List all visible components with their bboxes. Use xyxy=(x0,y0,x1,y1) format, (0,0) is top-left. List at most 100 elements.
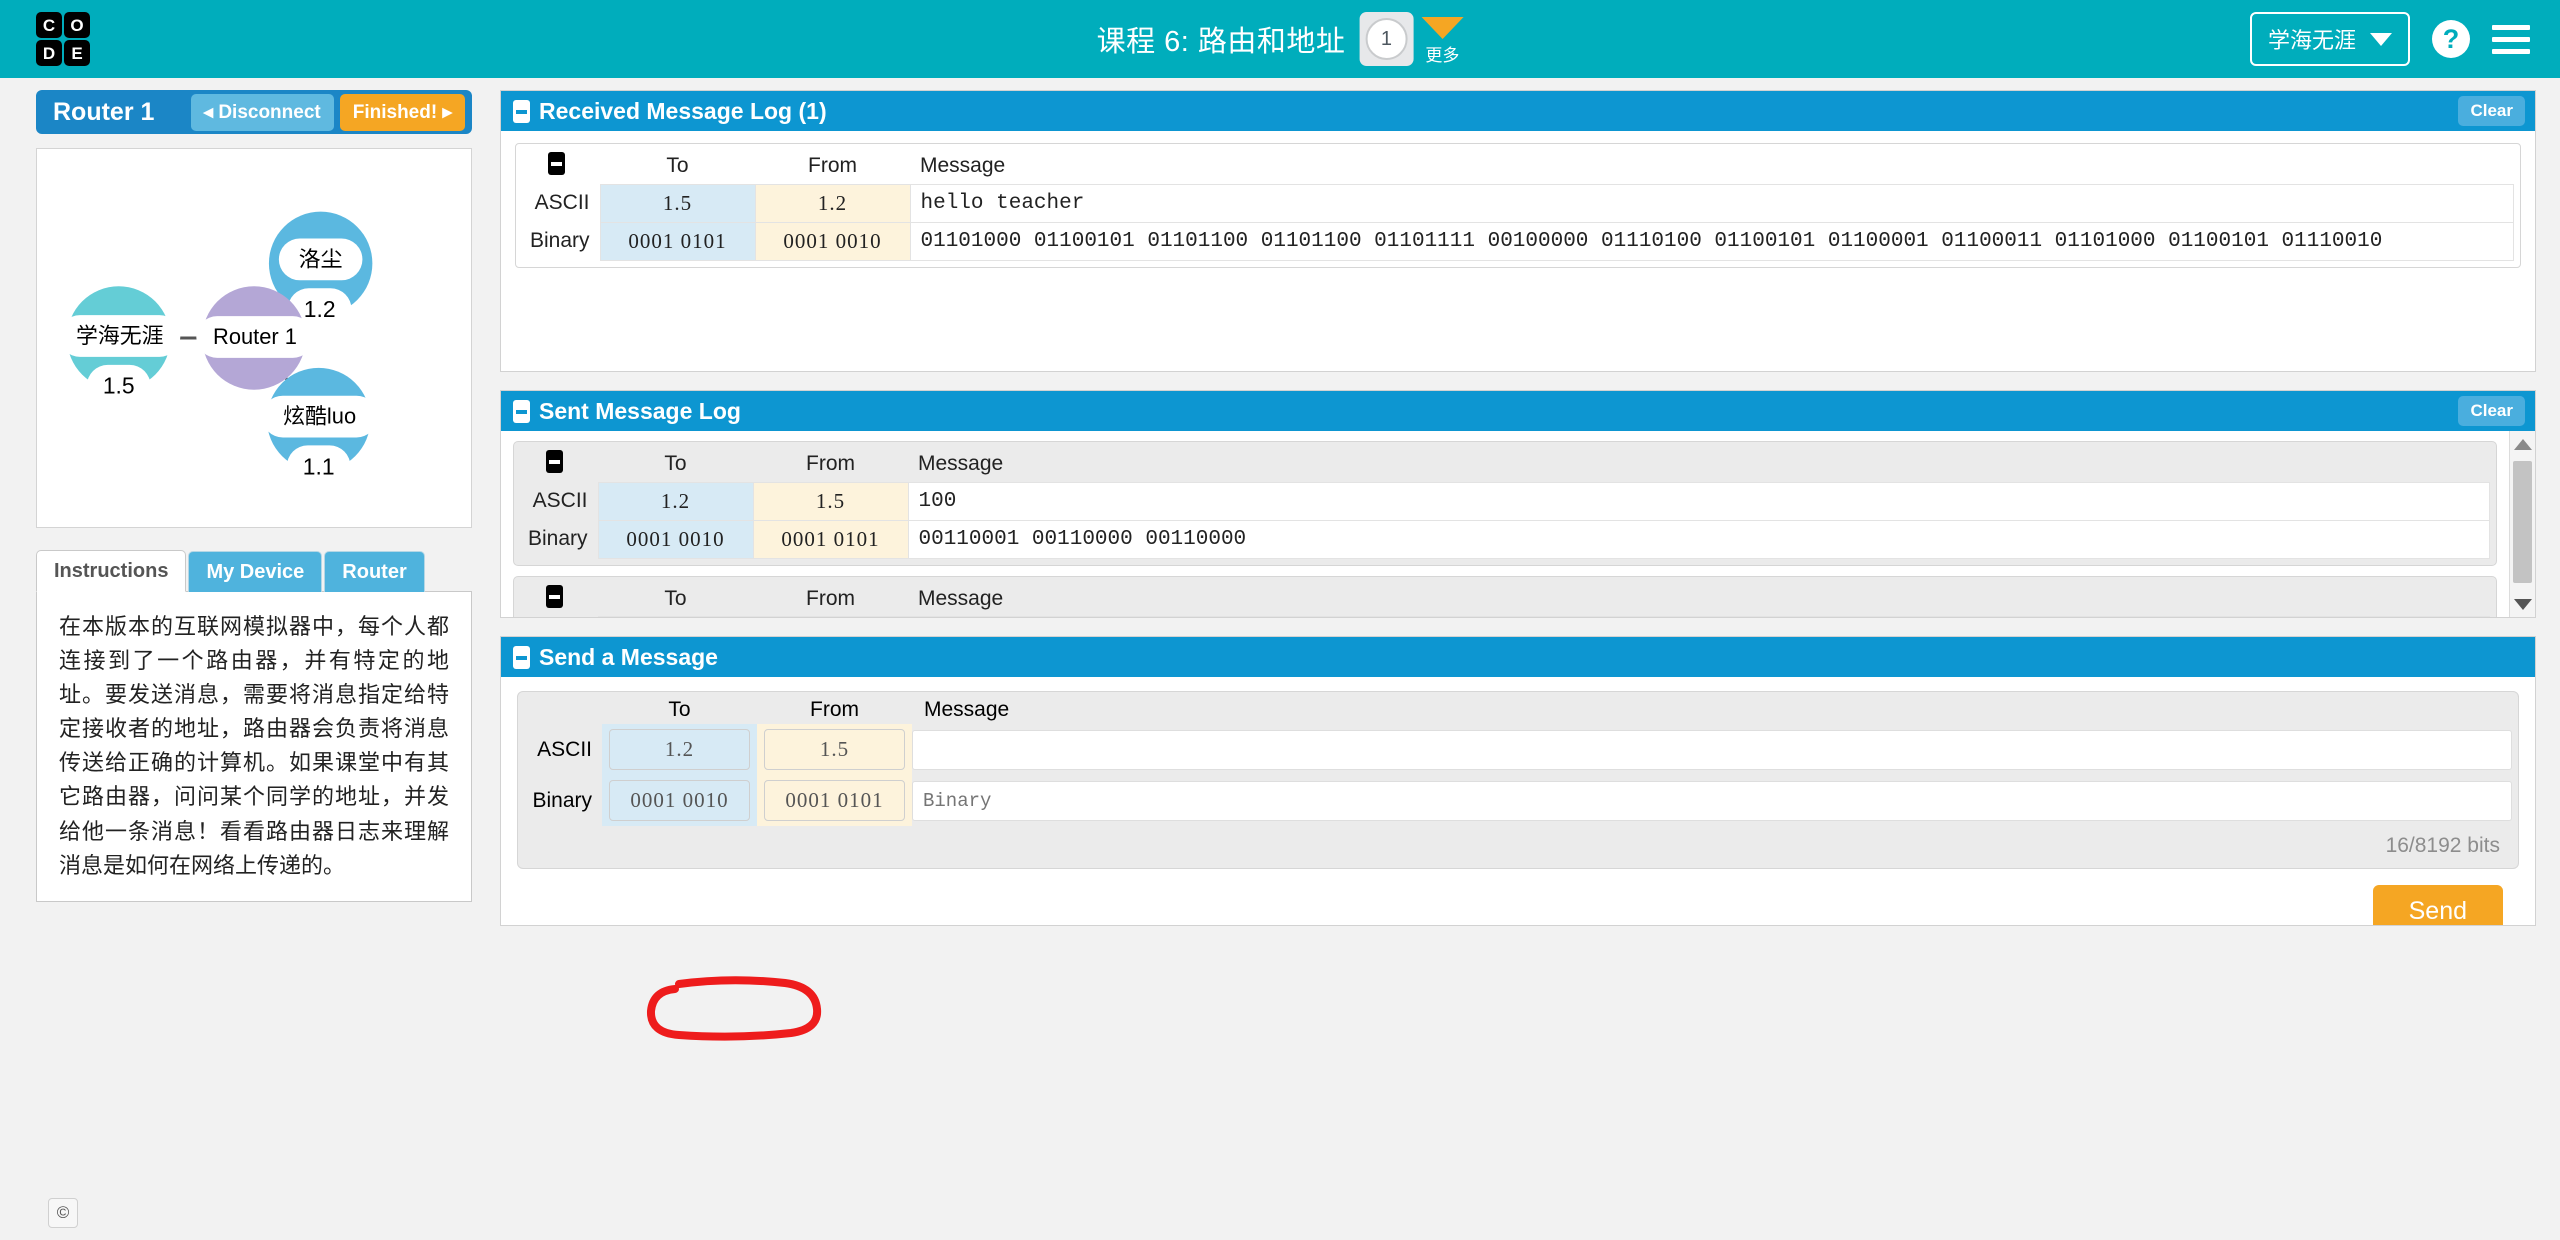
send-to-ascii-input[interactable] xyxy=(609,729,750,770)
received-log-title: Received Message Log (1) xyxy=(539,97,827,124)
received-message-log-panel: Received Message Log (1) Clear To From M… xyxy=(500,90,2536,372)
scroll-down-arrow-icon[interactable] xyxy=(2510,593,2535,615)
bits-counter: 16/8192 bits xyxy=(2385,834,2500,857)
header-message: Message xyxy=(918,586,1004,610)
tab-router[interactable]: Router xyxy=(324,551,425,592)
received-log-body: To From Message ASCII 1.5 1.2 hello teac… xyxy=(501,131,2535,371)
sent-log-scroll-area: To From Message ASCII 1.2 1.5 100 Binary… xyxy=(501,431,2509,617)
sent-message-card: To From Message ASCII 0.0 1.12 xyxy=(513,575,2497,618)
disconnect-button[interactable]: ◂ Disconnect xyxy=(190,93,334,131)
sent-to-ascii: 1.2 xyxy=(597,481,754,521)
send-from-binary-input[interactable] xyxy=(764,780,905,821)
sent-log-clear-button[interactable]: Clear xyxy=(2458,396,2525,426)
level-number: 1 xyxy=(1365,18,1408,60)
header-from: From xyxy=(806,586,855,610)
received-from-ascii: 1.2 xyxy=(754,183,911,223)
send-header-to: To xyxy=(668,698,691,721)
send-message-binary-input[interactable] xyxy=(912,780,2512,821)
node-3-address: 1.1 xyxy=(303,453,335,479)
card-collapse-icon[interactable] xyxy=(547,152,565,175)
course-title: 课程 6: 路由和地址 xyxy=(1096,26,1346,58)
received-message-table: To From Message ASCII 1.5 1.2 hello teac… xyxy=(522,149,2514,261)
logo-letter-c: C xyxy=(36,12,62,38)
level-indicator[interactable]: 1 xyxy=(1359,12,1414,66)
sent-log-title: Sent Message Log xyxy=(539,397,741,424)
card-collapse-icon[interactable] xyxy=(545,450,563,473)
send-header-message: Message xyxy=(924,698,1010,721)
sent-from-binary: 0001 0101 xyxy=(752,519,909,559)
collapse-icon[interactable] xyxy=(513,399,530,423)
router-title: Router 1 xyxy=(53,97,155,126)
app-header: C O D E 课程 6: 路由和地址 1 更多 学海无涯 ? xyxy=(0,0,2560,78)
send-row-ascii: ASCII xyxy=(524,724,2512,775)
header-to: To xyxy=(664,452,687,476)
finished-button[interactable]: Finished! ▸ xyxy=(339,93,465,131)
node-3-label: 炫酷luo xyxy=(283,404,356,429)
sent-log-scrollbar[interactable] xyxy=(2509,431,2535,617)
tab-row: Instructions My Device Router xyxy=(36,550,472,592)
sent-from-ascii: 1.12 xyxy=(752,616,909,617)
send-row-label-ascii: ASCII xyxy=(537,737,592,761)
more-dropdown[interactable]: 更多 xyxy=(1421,16,1464,66)
send-row-binary: Binary xyxy=(524,775,2512,826)
sent-log-header: Sent Message Log Clear xyxy=(501,391,2535,431)
tab-instructions[interactable]: Instructions xyxy=(36,550,187,592)
header-from: From xyxy=(808,154,857,178)
received-from-binary: 0001 0010 xyxy=(754,221,911,261)
sent-message-binary: 00110001 00110000 00110000 xyxy=(907,519,2490,559)
send-message-ascii-input[interactable] xyxy=(912,729,2512,770)
scrollbar-thumb[interactable] xyxy=(2513,461,2532,583)
logo-letter-o: O xyxy=(64,12,90,38)
received-to-ascii: 1.5 xyxy=(599,183,756,223)
card-collapse-cell xyxy=(522,149,600,184)
router-toolbar: Router 1 ◂ Disconnect Finished! ▸ xyxy=(36,90,472,134)
send-row-label-binary: Binary xyxy=(532,788,592,812)
table-row: Binary 0001 0010 0001 0101 00110001 0011… xyxy=(520,519,2490,559)
network-diagram-panel[interactable]: 洛尘 1.2 学海无涯 1.5 Router 1 炫酷luo 1.1 xyxy=(36,148,472,528)
card-collapse-icon[interactable] xyxy=(545,584,563,608)
info-tabs-panel: Instructions My Device Router 在本版本的互联网模拟… xyxy=(36,550,472,902)
node-2-label: 学海无涯 xyxy=(76,323,163,348)
hamburger-menu-icon[interactable] xyxy=(2492,24,2530,54)
sent-message-table: To From Message ASCII 1.2 1.5 100 Binary… xyxy=(520,447,2490,559)
node-1-label: 洛尘 xyxy=(299,246,343,271)
send-form-wrapper: To From Message ASCII 1.2 1.5 Binary 000… xyxy=(501,677,2535,925)
received-log-clear-button[interactable]: Clear xyxy=(2458,96,2525,126)
user-menu-button[interactable]: 学海无涯 xyxy=(2249,12,2410,66)
help-icon[interactable]: ? xyxy=(2432,20,2470,58)
header-from: From xyxy=(806,452,855,476)
instructions-text: 在本版本的互联网模拟器中，每个人都连接到了一个路由器，并有特定的地址。要发送消息… xyxy=(59,614,449,878)
row-label-binary: Binary xyxy=(527,527,588,550)
row-label-ascii: ASCII xyxy=(520,617,598,618)
row-label-binary: Binary xyxy=(529,229,590,252)
collapse-icon[interactable] xyxy=(513,99,530,123)
sent-message-card: To From Message ASCII 1.2 1.5 100 Binary… xyxy=(513,441,2497,566)
send-message-body: To From Message ASCII 1.2 1.5 Binary 000… xyxy=(501,677,2535,925)
send-header-from: From xyxy=(810,698,859,721)
sent-from-ascii: 1.5 xyxy=(752,481,909,521)
tab-my-device[interactable]: My Device xyxy=(188,551,323,592)
table-row: ASCII 1.2 1.5 100 xyxy=(520,481,2490,521)
node-2-address: 1.5 xyxy=(103,373,135,399)
chevron-down-icon xyxy=(2370,32,2392,46)
sent-message-log-panel: Sent Message Log Clear To From Message A… xyxy=(500,390,2536,618)
header-message: Message xyxy=(918,452,1004,476)
collapse-icon[interactable] xyxy=(513,645,530,669)
header-to: To xyxy=(664,586,687,610)
sent-log-body: To From Message ASCII 1.2 1.5 100 Binary… xyxy=(501,431,2535,617)
router-node-label: Router 1 xyxy=(213,324,297,349)
tab-body-instructions: 在本版本的互联网模拟器中，每个人都连接到了一个路由器，并有特定的地址。要发送消息… xyxy=(36,591,472,902)
copyright-icon[interactable]: © xyxy=(48,1198,78,1228)
send-form-card: To From Message ASCII 1.2 1.5 Binary 000… xyxy=(517,691,2519,869)
send-button[interactable]: Send xyxy=(2372,885,2503,925)
header-to: To xyxy=(666,154,689,178)
send-from-ascii-input[interactable] xyxy=(764,729,905,770)
scroll-up-arrow-icon[interactable] xyxy=(2510,433,2535,455)
received-to-binary: 0001 0101 xyxy=(599,221,756,261)
sent-message-ascii: 100 xyxy=(907,481,2490,521)
node-1-address: 1.2 xyxy=(304,296,336,322)
codeorg-logo[interactable]: C O D E xyxy=(36,12,90,66)
table-row: ASCII 1.5 1.2 hello teacher xyxy=(522,183,2514,223)
received-message-ascii: hello teacher xyxy=(909,183,2514,223)
send-to-binary-input[interactable] xyxy=(609,780,750,821)
